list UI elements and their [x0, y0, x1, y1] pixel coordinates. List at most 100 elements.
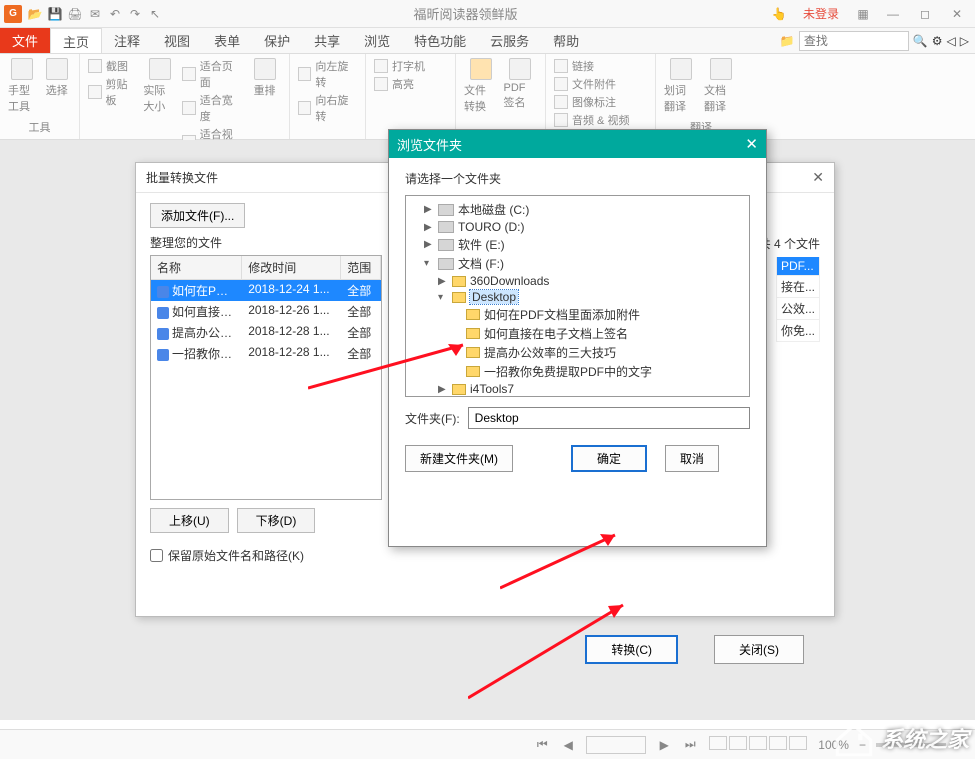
tree-node[interactable]: 一招教你免费提取PDF中的文字 — [452, 362, 745, 381]
list-item[interactable]: 公效... — [776, 298, 820, 320]
maximize-button[interactable]: ◻ — [911, 4, 939, 24]
folder-icon[interactable]: 📁 — [780, 34, 795, 48]
keep-path-checkbox[interactable] — [150, 549, 163, 562]
prev-page-icon[interactable]: ◀ — [560, 738, 576, 752]
add-files-button[interactable]: 添加文件(F)... — [150, 203, 245, 228]
tree-node[interactable]: ▶i4Tools7 — [438, 381, 745, 397]
next-page-icon[interactable]: ▶ — [656, 738, 672, 752]
minimize-button[interactable]: — — [879, 4, 907, 24]
pdf-sign-btn[interactable]: PDF 签名 — [504, 58, 538, 110]
table-row[interactable]: 一招教你免... 2018-12-28 1...全部 — [151, 343, 381, 364]
new-folder-button[interactable]: 新建文件夹(M) — [405, 445, 513, 472]
cancel-button[interactable]: 取消 — [665, 445, 719, 472]
login-status[interactable]: 未登录 — [795, 5, 847, 22]
tab-feature[interactable]: 特色功能 — [402, 28, 478, 53]
list-item[interactable]: 你免... — [776, 320, 820, 342]
snapshot-btn[interactable]: 截图 — [88, 58, 137, 74]
folder-name-input[interactable] — [468, 407, 750, 429]
grid-icon[interactable]: ▦ — [851, 4, 875, 24]
fit-page-btn[interactable]: 适合页面 — [182, 58, 242, 90]
page-number-input[interactable] — [586, 736, 646, 754]
open-icon[interactable]: 📂 — [26, 5, 44, 23]
print-icon[interactable]: 🖨 — [66, 5, 84, 23]
view-mode-buttons[interactable] — [708, 736, 808, 753]
close-dialog-button[interactable]: 关闭(S) — [714, 635, 804, 664]
list-item[interactable]: 接在... — [776, 276, 820, 298]
convert-button[interactable]: 转换(C) — [585, 635, 678, 664]
list-item[interactable]: PDF... — [776, 257, 820, 276]
move-up-button[interactable]: 上移(U) — [150, 508, 229, 533]
file-icon — [157, 328, 169, 340]
col-scope[interactable]: 范围 — [341, 256, 381, 279]
tab-share[interactable]: 共享 — [302, 28, 352, 53]
settings-icon[interactable]: ⚙ — [932, 34, 943, 48]
tab-home[interactable]: 主页 — [50, 28, 102, 53]
highlight-btn[interactable]: 高亮 — [374, 76, 425, 92]
hand-tool[interactable]: 手型 工具 — [8, 58, 37, 114]
fit-width-btn[interactable]: 适合宽度 — [182, 92, 242, 124]
tree-node[interactable]: ▶TOURO (D:) — [424, 219, 745, 235]
tab-view[interactable]: 视图 — [152, 28, 202, 53]
rotate-left-btn[interactable]: 向左旋转 — [298, 58, 357, 90]
tab-form[interactable]: 表单 — [202, 28, 252, 53]
table-row[interactable]: 提高办公效... 2018-12-28 1...全部 — [151, 322, 381, 343]
doc-translate-btn[interactable]: 文档 翻译 — [704, 58, 738, 114]
tree-node[interactable]: ▾文档 (F:) — [424, 254, 745, 273]
tree-node[interactable]: ▶本地磁盘 (C:) — [424, 200, 745, 219]
browse-folder-dialog: 浏览文件夹 ✕ 请选择一个文件夹 ▶本地磁盘 (C:) ▶TOURO (D:) … — [388, 129, 767, 547]
link-btn[interactable]: 链接 — [554, 58, 629, 74]
tab-cloud[interactable]: 云服务 — [478, 28, 541, 53]
move-down-button[interactable]: 下移(D) — [237, 508, 316, 533]
folder-field-label: 文件夹(F): — [405, 410, 460, 427]
rotate-right-btn[interactable]: 向右旋转 — [298, 92, 357, 124]
reflow-btn[interactable]: 重排 — [248, 58, 281, 98]
word-translate-btn[interactable]: 划词 翻译 — [664, 58, 698, 114]
col-name[interactable]: 名称 — [151, 256, 242, 279]
tree-node[interactable]: ▶360Downloads — [438, 273, 745, 289]
av-btn[interactable]: 音频 & 视频 — [554, 112, 629, 128]
folder-icon — [466, 366, 480, 377]
typewriter-btn[interactable]: 打字机 — [374, 58, 425, 74]
tree-node-selected[interactable]: ▾Desktop — [438, 289, 745, 305]
save-icon[interactable]: 💾 — [46, 5, 64, 23]
tab-file[interactable]: 文件 — [0, 28, 50, 53]
search-icon[interactable]: 🔍 — [913, 34, 928, 48]
batch-close-icon[interactable]: ✕ — [812, 169, 824, 186]
hand-icon[interactable]: 👆 — [767, 4, 791, 24]
pointer-icon[interactable]: ↖ — [146, 5, 164, 23]
quick-access-toolbar: 📂 💾 🖨 ✉ ↶ ↷ ↖ — [26, 5, 164, 23]
table-row[interactable]: 如何在PDF... 2018-12-24 1...全部 — [151, 280, 381, 301]
last-page-icon[interactable]: ⏭ — [682, 737, 698, 752]
file-convert-btn[interactable]: 文件 转换 — [464, 58, 498, 114]
prev-icon[interactable]: ◁ — [947, 34, 956, 48]
next-icon[interactable]: ▷ — [960, 34, 969, 48]
tab-browse[interactable]: 浏览 — [352, 28, 402, 53]
search-input[interactable] — [799, 31, 909, 51]
ribbon: 手型 工具 选择 工具 截图 剪贴板 实际 大小 适合页面 适合宽度 适合视区 … — [0, 54, 975, 140]
redo-icon[interactable]: ↷ — [126, 5, 144, 23]
close-button[interactable]: ✕ — [943, 4, 971, 24]
col-mtime[interactable]: 修改时间 — [242, 256, 341, 279]
file-icon — [157, 307, 169, 319]
clipboard-btn[interactable]: 剪贴板 — [88, 76, 137, 108]
image-annot-btn[interactable]: 图像标注 — [554, 94, 629, 110]
tab-help[interactable]: 帮助 — [541, 28, 591, 53]
first-page-icon[interactable]: ⏮ — [534, 737, 550, 752]
folder-tree[interactable]: ▶本地磁盘 (C:) ▶TOURO (D:) ▶软件 (E:) ▾文档 (F:)… — [405, 195, 750, 397]
actual-size-btn[interactable]: 实际 大小 — [143, 58, 176, 114]
file-icon — [157, 286, 169, 298]
table-row[interactable]: 如何直接在... 2018-12-26 1...全部 — [151, 301, 381, 322]
browse-close-icon[interactable]: ✕ — [745, 135, 758, 153]
mail-icon[interactable]: ✉ — [86, 5, 104, 23]
tab-protect[interactable]: 保护 — [252, 28, 302, 53]
tab-comment[interactable]: 注释 — [102, 28, 152, 53]
browse-title: 浏览文件夹 — [397, 135, 462, 154]
tree-node[interactable]: 提高办公效率的三大技巧 — [452, 343, 745, 362]
undo-icon[interactable]: ↶ — [106, 5, 124, 23]
file-attach-btn[interactable]: 文件附件 — [554, 76, 629, 92]
tree-node[interactable]: ▶软件 (E:) — [424, 235, 745, 254]
tree-node[interactable]: 如何在PDF文档里面添加附件 — [452, 305, 745, 324]
select-tool[interactable]: 选择 — [43, 58, 72, 98]
ok-button[interactable]: 确定 — [571, 445, 647, 472]
tree-node[interactable]: 如何直接在电子文档上签名 — [452, 324, 745, 343]
